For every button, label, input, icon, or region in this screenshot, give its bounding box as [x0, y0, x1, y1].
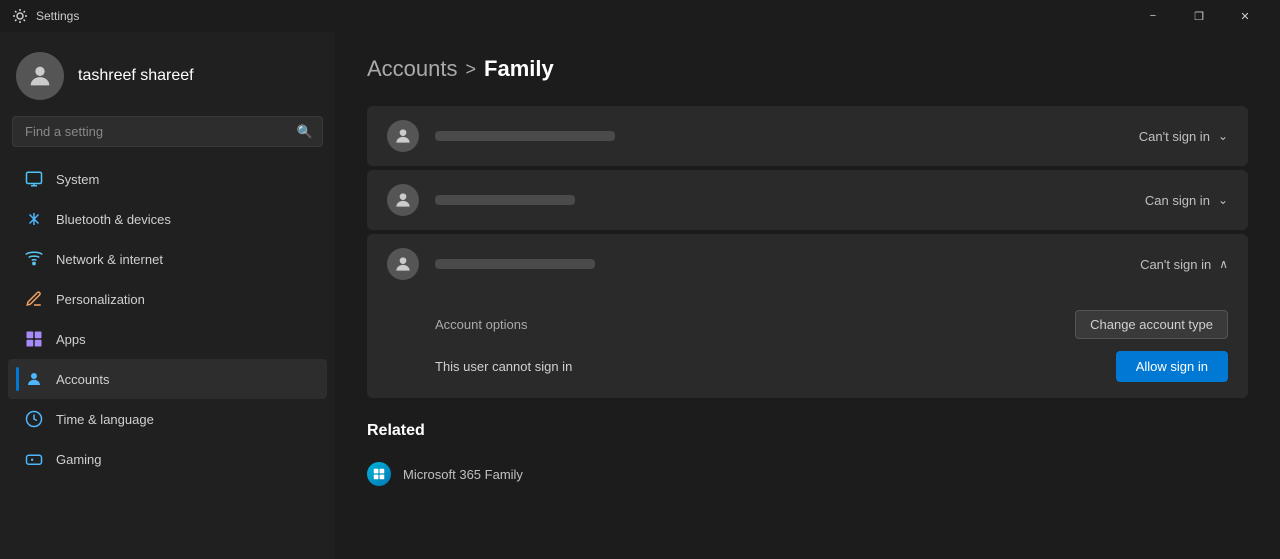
- sidebar-item-label: Gaming: [56, 452, 102, 467]
- accounts-icon: [24, 369, 44, 389]
- sidebar-item-time[interactable]: Time & language: [8, 399, 327, 439]
- maximize-button[interactable]: ❐: [1176, 0, 1222, 32]
- avatar: [16, 52, 64, 100]
- breadcrumb: Accounts > Family: [367, 56, 1248, 82]
- sign-in-status: Can sign in: [1145, 193, 1210, 208]
- sidebar-item-apps[interactable]: Apps: [8, 319, 327, 359]
- search-input[interactable]: [12, 116, 323, 147]
- chevron-up-icon: ∧: [1219, 257, 1228, 271]
- related-section: Related Microsoft 365 Family: [367, 422, 1248, 496]
- gaming-icon: [24, 449, 44, 469]
- avatar: [387, 248, 419, 280]
- sidebar-item-system[interactable]: System: [8, 159, 327, 199]
- breadcrumb-current: Family: [484, 56, 554, 82]
- sidebar-item-gaming[interactable]: Gaming: [8, 439, 327, 479]
- bluetooth-icon: [24, 209, 44, 229]
- time-icon: [24, 409, 44, 429]
- sidebar-item-label: Bluetooth & devices: [56, 212, 171, 227]
- sidebar-item-network[interactable]: Network & internet: [8, 239, 327, 279]
- minimize-button[interactable]: −: [1130, 0, 1176, 32]
- titlebar: Settings − ❐ ✕: [0, 0, 1280, 32]
- member-name-bar: [435, 195, 575, 205]
- network-icon: [24, 249, 44, 269]
- family-member-2[interactable]: Can sign in ⌄: [367, 170, 1248, 230]
- sign-in-row: This user cannot sign in Allow sign in: [435, 351, 1228, 382]
- family-member-3[interactable]: Can't sign in ∧: [367, 234, 1248, 294]
- personalization-icon: [24, 289, 44, 309]
- sidebar-search: 🔍: [12, 116, 323, 147]
- breadcrumb-separator: >: [466, 59, 477, 80]
- sidebar-item-label: System: [56, 172, 99, 187]
- family-member-1[interactable]: Can't sign in ⌄: [367, 106, 1248, 166]
- change-account-type-button[interactable]: Change account type: [1075, 310, 1228, 339]
- member-name-bar: [435, 259, 595, 269]
- close-button[interactable]: ✕: [1222, 0, 1268, 32]
- avatar: [387, 120, 419, 152]
- apps-icon: [24, 329, 44, 349]
- sidebar-item-label: Accounts: [56, 372, 109, 387]
- chevron-down-icon: ⌄: [1218, 193, 1228, 207]
- member-name-bar: [435, 131, 615, 141]
- sidebar-item-personalization[interactable]: Personalization: [8, 279, 327, 319]
- titlebar-title: Settings: [36, 9, 79, 23]
- account-options-row: Account options Change account type: [435, 310, 1228, 339]
- sidebar-item-label: Network & internet: [56, 252, 163, 267]
- sidebar-user[interactable]: tashreef shareef: [0, 32, 335, 116]
- search-icon: 🔍: [297, 124, 313, 140]
- chevron-down-icon: ⌄: [1218, 129, 1228, 143]
- sign-in-status: Can't sign in: [1139, 129, 1210, 144]
- settings-icon: [12, 8, 28, 24]
- family-card-right: Can't sign in ⌄: [1139, 129, 1228, 144]
- ms365-icon: [367, 462, 391, 486]
- family-card-expanded: Account options Change account type This…: [367, 294, 1248, 398]
- cannot-signin-text: This user cannot sign in: [435, 359, 572, 374]
- related-item-label: Microsoft 365 Family: [403, 467, 523, 482]
- avatar: [387, 184, 419, 216]
- sidebar-item-label: Time & language: [56, 412, 154, 427]
- sidebar-item-bluetooth[interactable]: Bluetooth & devices: [8, 199, 327, 239]
- system-icon: [24, 169, 44, 189]
- related-title: Related: [367, 422, 1248, 440]
- allow-signin-button[interactable]: Allow sign in: [1116, 351, 1228, 382]
- family-card-right: Can sign in ⌄: [1145, 193, 1228, 208]
- titlebar-left: Settings: [12, 8, 79, 24]
- sidebar-item-accounts[interactable]: Accounts: [8, 359, 327, 399]
- content-area: Accounts > Family Can't sign in ⌄ Can si…: [335, 32, 1280, 559]
- account-options-label: Account options: [435, 317, 528, 332]
- related-item-ms365[interactable]: Microsoft 365 Family: [367, 452, 1248, 496]
- sidebar-item-label: Apps: [56, 332, 86, 347]
- family-card-right: Can't sign in ∧: [1140, 257, 1228, 272]
- sidebar-username: tashreef shareef: [78, 67, 194, 85]
- sidebar-item-label: Personalization: [56, 292, 145, 307]
- sidebar-nav: System Bluetooth & devices Network & int…: [0, 159, 335, 551]
- breadcrumb-parent[interactable]: Accounts: [367, 56, 458, 82]
- titlebar-controls: − ❐ ✕: [1130, 0, 1268, 32]
- sidebar: tashreef shareef 🔍 System Bluetooth & de…: [0, 32, 335, 559]
- sign-in-status: Can't sign in: [1140, 257, 1211, 272]
- app-body: tashreef shareef 🔍 System Bluetooth & de…: [0, 32, 1280, 559]
